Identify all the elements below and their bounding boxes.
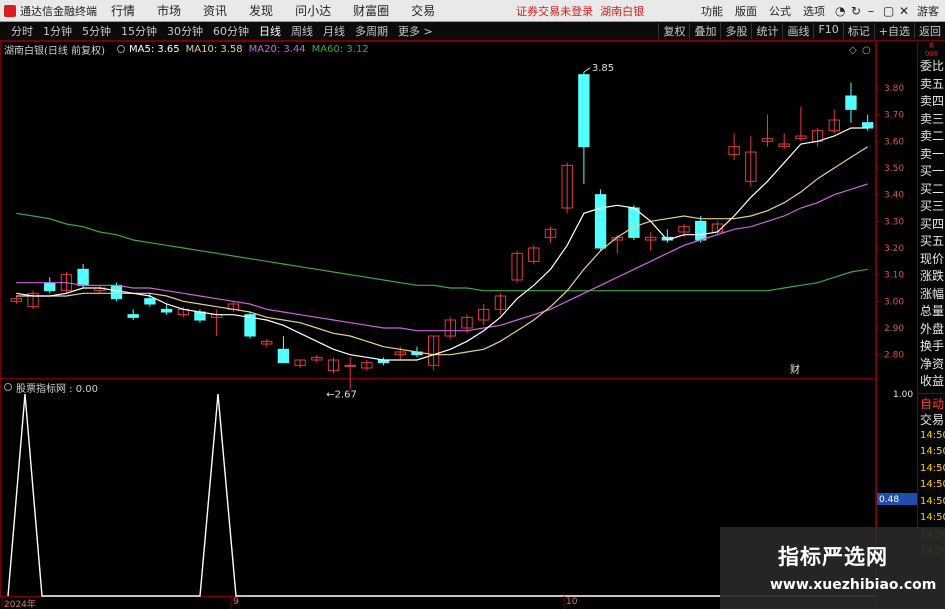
candle-down: [127, 314, 139, 318]
ma10-label: MA10: 3.58: [185, 43, 243, 55]
price-tick-label: 3.30: [884, 217, 904, 227]
trade-time: 14:50: [920, 495, 945, 507]
order-row-label: 收益: [920, 374, 945, 388]
order-row-label: 卖五: [920, 76, 945, 91]
right-quote-panel: R 008 委比卖五卖四卖三卖二卖一买一买二买三买四买五现价涨跌涨幅总量外盘换手净…: [917, 42, 945, 609]
order-row-label: 外盘: [920, 321, 945, 336]
candle-down: [578, 74, 590, 148]
price-tick-label: 3.70: [884, 111, 904, 121]
candle-down: [194, 311, 206, 321]
candle-down: [110, 284, 123, 300]
chart-title: 湖南白银(日线 前复权): [4, 45, 105, 57]
main-frame: [0, 41, 876, 379]
chart-info-line: 湖南白银(日线 前复权) MA5: 3.65 MA10: 3.58 MA20: …: [0, 42, 375, 57]
trade-time: 14:50: [920, 446, 945, 457]
ma20-label: MA20: 3.44: [248, 43, 306, 55]
trade-time: 14:50: [920, 429, 945, 441]
order-row-label: 现价: [920, 251, 945, 266]
ma20-line: [16, 183, 868, 332]
price-tick-label: 3.80: [884, 84, 904, 94]
trade-time: 14:50: [920, 512, 945, 523]
order-row-label: 卖四: [920, 94, 945, 108]
ma60-label: MA60: 3.12: [311, 43, 369, 55]
order-row-label: 买一: [920, 164, 945, 178]
kline-chart[interactable]: 3.80 3.70 3.60 3.50 3.40 3.30 3.20 3.10 3.00 2.90…: [0, 0, 945, 609]
order-row-label: 卖三: [920, 111, 945, 126]
watermark: 指标严选网 www.xuezhibiao.com: [720, 527, 945, 609]
indicator-info-line: 股票指标网 : 0.00: [0, 380, 98, 395]
order-row-label: 买三: [920, 199, 945, 213]
ma5-line: [16, 127, 868, 361]
panel-top-code: R 008: [924, 42, 939, 58]
low-price-annotation: ←2.67: [326, 389, 357, 400]
x-axis-label: 2024年: [4, 600, 36, 609]
order-row-label: 净资: [920, 356, 945, 371]
panel-divider: [918, 392, 945, 394]
price-tick-label: 2.90: [884, 324, 904, 334]
trade-time: 14:50: [920, 462, 945, 474]
price-tick-label: 3.10: [884, 271, 904, 281]
candle-down: [628, 207, 640, 238]
candle-down: [845, 95, 857, 110]
price-tick-label: 3.20: [884, 244, 904, 254]
diamond-icon: ◇: [849, 45, 857, 56]
watermark-url: www.xuezhibiao.com: [770, 577, 937, 593]
watermark-title: 指标严选网: [778, 545, 888, 569]
price-tick-label: 3.50: [884, 164, 904, 174]
trade-label[interactable]: 交易: [918, 412, 945, 428]
indicator-label: 股票指标网 : 0.00: [16, 383, 98, 395]
indicator-settings-dot-icon[interactable]: [4, 383, 12, 391]
order-book-labels: 委比卖五卖四卖三卖二卖一买一买二买三买四买五现价涨跌涨幅总量外盘换手净资收益: [918, 58, 945, 391]
candle-down: [144, 298, 156, 305]
x-axis-label: 9: [233, 597, 239, 607]
high-annotation-line: [583, 67, 591, 73]
candle-down: [277, 348, 290, 364]
price-tick-label: 3.60: [884, 137, 904, 147]
order-row-label: 换手: [920, 339, 945, 353]
order-row-label: 涨跌: [920, 269, 945, 283]
candle-down: [160, 308, 173, 313]
x-axis-label: 10: [566, 597, 578, 607]
ma10-line: [16, 146, 869, 356]
order-row-label: 总量: [920, 304, 945, 318]
high-price-annotation: 3.85: [592, 63, 614, 74]
price-tick-label: 3.40: [884, 191, 904, 201]
order-row-label: 卖二: [920, 129, 945, 143]
candle-down: [695, 220, 707, 241]
price-tick-label: 2.80: [884, 351, 904, 361]
trade-time: 14:50: [920, 479, 945, 490]
candle-up: [344, 364, 356, 367]
order-row-label: 买五: [920, 234, 945, 248]
financial-marker: 财: [790, 363, 800, 376]
candle-down: [77, 268, 89, 286]
order-row-label: 买二: [920, 181, 945, 196]
price-tick-label: 3.00: [884, 297, 904, 307]
settings-dot-icon[interactable]: [116, 45, 125, 53]
candle-down: [861, 122, 874, 129]
sub-axis-label: 1.00: [893, 390, 913, 400]
candle-down: [44, 282, 56, 292]
order-row-label: 涨幅: [920, 286, 945, 301]
ma60-line: [16, 212, 868, 292]
current-value-label: 0.48: [879, 495, 899, 505]
order-row-label: 委比: [920, 59, 945, 73]
circle-icon: ○: [862, 45, 871, 56]
ma5-label: MA5: 3.65: [128, 43, 180, 55]
order-row-label: 买四: [920, 216, 945, 231]
auto-label[interactable]: 自动: [918, 396, 945, 412]
order-row-label: 卖一: [920, 146, 945, 161]
candle-down: [594, 194, 607, 249]
